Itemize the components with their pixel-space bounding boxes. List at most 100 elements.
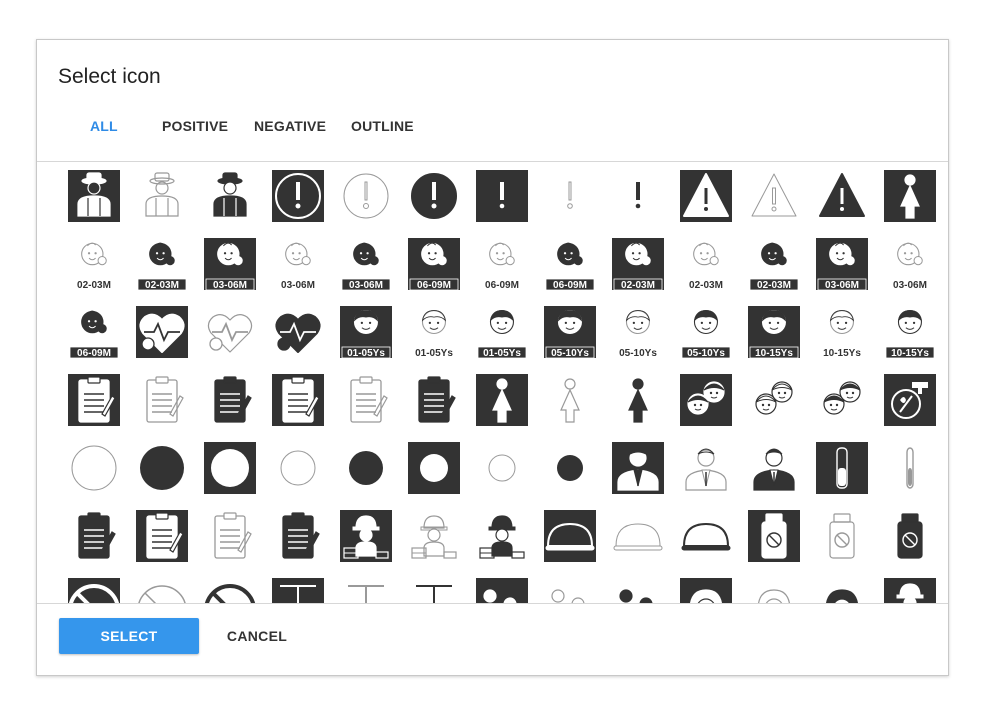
heart-monitor-icon[interactable]	[134, 304, 190, 360]
clipboard-icon[interactable]	[406, 372, 462, 428]
baby-icon[interactable]: 02-03M	[134, 236, 190, 292]
child-icon[interactable]: 05-10Ys	[678, 304, 734, 360]
iud-icon[interactable]	[338, 576, 394, 603]
dome-icon[interactable]	[542, 508, 598, 564]
test-tube-icon[interactable]	[814, 440, 870, 496]
tap-water-icon[interactable]	[882, 372, 938, 428]
iud-icon[interactable]	[270, 576, 326, 603]
no-food-icon[interactable]	[202, 576, 258, 603]
clipboard-icon[interactable]	[134, 508, 190, 564]
baby-icon[interactable]: 02-03M	[610, 236, 666, 292]
baby-icon[interactable]: 03-06M	[270, 236, 326, 292]
farmer-icon[interactable]	[202, 168, 258, 224]
clipboard-icon[interactable]	[202, 508, 258, 564]
warning-icon[interactable]	[814, 168, 870, 224]
alert-icon[interactable]	[406, 168, 462, 224]
heart-monitor-icon[interactable]	[270, 304, 326, 360]
woman-icon[interactable]	[610, 372, 666, 428]
warning-icon[interactable]	[746, 168, 802, 224]
test-tube-icon[interactable]	[882, 440, 938, 496]
construction-worker-icon[interactable]	[406, 508, 462, 564]
circle-icon[interactable]	[270, 440, 326, 496]
woman-face-icon[interactable]	[746, 576, 802, 603]
child-icon[interactable]: 01-05Ys	[338, 304, 394, 360]
baby-icon[interactable]: 06-09M	[542, 236, 598, 292]
child-icon[interactable]: 01-05Ys	[474, 304, 530, 360]
exclamation-icon[interactable]	[474, 168, 530, 224]
heart-monitor-glyph	[275, 313, 321, 353]
children-icon[interactable]	[678, 372, 734, 428]
cancel-button[interactable]: CANCEL	[217, 618, 297, 654]
medicine-bottle-icon[interactable]	[882, 508, 938, 564]
dome-icon[interactable]	[678, 508, 734, 564]
iud-icon[interactable]	[406, 576, 462, 603]
baby-icon[interactable]: 06-09M	[406, 236, 462, 292]
exclamation-icon[interactable]	[610, 168, 666, 224]
tab-positive[interactable]: POSITIVE	[162, 118, 228, 134]
clipboard-icon[interactable]	[134, 372, 190, 428]
clipboard-icon[interactable]	[270, 372, 326, 428]
select-button[interactable]: SELECT	[59, 618, 199, 654]
child-icon[interactable]: 10-15Ys	[814, 304, 870, 360]
children-icon[interactable]	[746, 372, 802, 428]
circle-icon[interactable]	[338, 440, 394, 496]
baby-icon[interactable]: 06-09M	[66, 304, 122, 360]
dome-icon[interactable]	[610, 508, 666, 564]
clipboard-icon[interactable]	[202, 372, 258, 428]
circle-icon[interactable]	[542, 440, 598, 496]
businessman-icon[interactable]	[746, 440, 802, 496]
icon-grid-viewport[interactable]: 02-03M 02-03M 03-06M 03-06M 03-06M 06-09M 06-0…	[37, 162, 948, 603]
circle-icon[interactable]	[202, 440, 258, 496]
tab-negative[interactable]: NEGATIVE	[254, 118, 326, 134]
no-food-icon[interactable]	[66, 576, 122, 603]
tab-outline[interactable]: OUTLINE	[351, 118, 414, 134]
pregnancy-icon[interactable]	[882, 168, 938, 224]
tab-all[interactable]: ALL	[90, 118, 118, 134]
clipboard-icon[interactable]	[66, 372, 122, 428]
baby-icon[interactable]: 02-03M	[678, 236, 734, 292]
woman-face-icon[interactable]	[678, 576, 734, 603]
clipboard-icon[interactable]	[338, 372, 394, 428]
child-icon[interactable]: 05-10Ys	[610, 304, 666, 360]
farmer-icon[interactable]	[134, 168, 190, 224]
construction-worker-icon[interactable]	[882, 576, 938, 603]
farmer-icon[interactable]	[66, 168, 122, 224]
baby-icon[interactable]: 03-06M	[882, 236, 938, 292]
exclamation-icon[interactable]	[542, 168, 598, 224]
alert-icon[interactable]	[270, 168, 326, 224]
baby-icon[interactable]: 02-03M	[746, 236, 802, 292]
baby-icon[interactable]: 03-06M	[814, 236, 870, 292]
businessman-icon[interactable]	[610, 440, 666, 496]
circle-icon[interactable]	[406, 440, 462, 496]
circle-icon[interactable]	[66, 440, 122, 496]
child-icon[interactable]: 10-15Ys	[882, 304, 938, 360]
children-icon[interactable]	[814, 372, 870, 428]
exclamation-glyph	[635, 182, 641, 209]
baby-icon[interactable]: 06-09M	[474, 236, 530, 292]
medicine-bottle-icon[interactable]	[746, 508, 802, 564]
no-food-icon[interactable]	[134, 576, 190, 603]
child-icon[interactable]: 01-05Ys	[406, 304, 462, 360]
alert-icon[interactable]	[338, 168, 394, 224]
circle-icon[interactable]	[134, 440, 190, 496]
medicine-bottle-icon[interactable]	[814, 508, 870, 564]
family-icon[interactable]	[474, 576, 530, 603]
woman-icon[interactable]	[474, 372, 530, 428]
family-icon[interactable]	[542, 576, 598, 603]
family-icon[interactable]	[610, 576, 666, 603]
warning-icon[interactable]	[678, 168, 734, 224]
heart-monitor-icon[interactable]	[202, 304, 258, 360]
baby-icon[interactable]: 03-06M	[202, 236, 258, 292]
child-icon[interactable]: 10-15Ys	[746, 304, 802, 360]
woman-face-icon[interactable]	[814, 576, 870, 603]
baby-icon[interactable]: 02-03M	[66, 236, 122, 292]
baby-icon[interactable]: 03-06M	[338, 236, 394, 292]
businessman-icon[interactable]	[678, 440, 734, 496]
clipboard-icon[interactable]	[270, 508, 326, 564]
woman-icon[interactable]	[542, 372, 598, 428]
construction-worker-icon[interactable]	[474, 508, 530, 564]
circle-icon[interactable]	[474, 440, 530, 496]
child-icon[interactable]: 05-10Ys	[542, 304, 598, 360]
construction-worker-icon[interactable]	[338, 508, 394, 564]
clipboard-icon[interactable]	[66, 508, 122, 564]
